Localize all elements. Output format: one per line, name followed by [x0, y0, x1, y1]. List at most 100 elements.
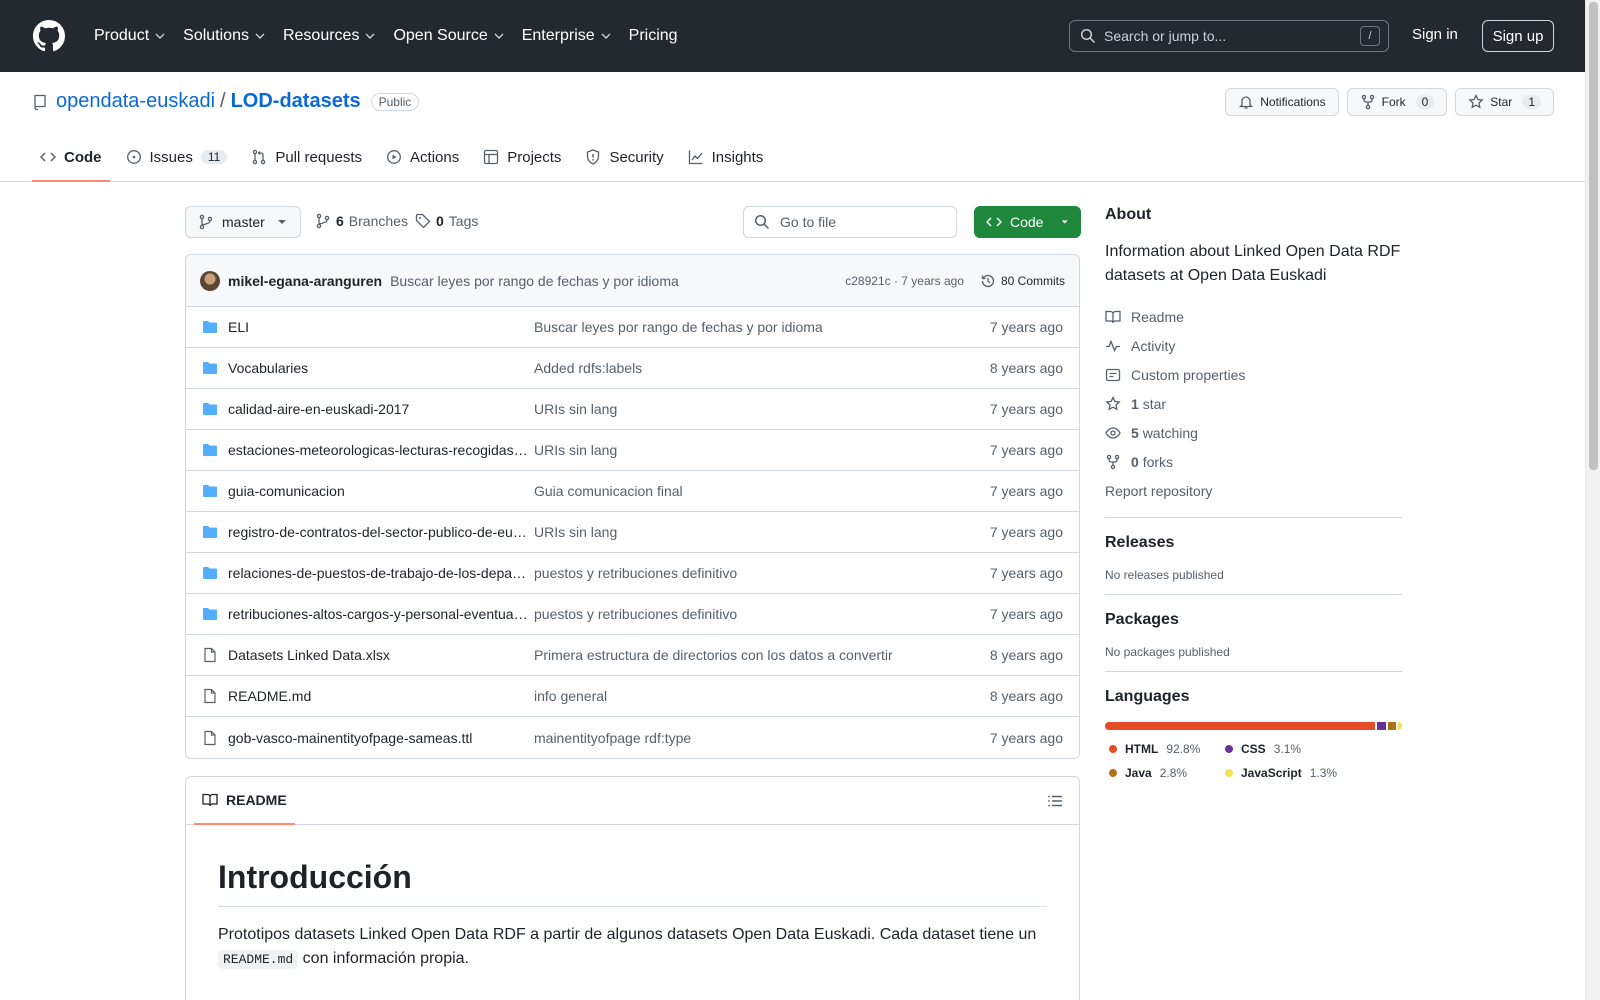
custom-properties-link[interactable]: Custom properties — [1105, 360, 1402, 389]
releases-heading[interactable]: Releases — [1105, 534, 1402, 552]
file-commit-message[interactable]: URIs sin lang — [532, 401, 953, 417]
file-name-link[interactable]: retribuciones-altos-cargos-y-personal-ev… — [228, 606, 528, 622]
language-dot — [1225, 769, 1233, 777]
file-commit-message[interactable]: puestos y retribuciones definitivo — [532, 565, 953, 581]
language-item[interactable]: Java 2.8% — [1109, 766, 1225, 780]
fork-button[interactable]: Fork 0 — [1346, 88, 1448, 116]
go-to-file-input[interactable]: Go to file — [743, 206, 957, 238]
star-button[interactable]: Star 1 — [1455, 88, 1554, 116]
language-item[interactable]: CSS 3.1% — [1225, 742, 1355, 756]
file-name-link[interactable]: calidad-aire-en-euskadi-2017 — [228, 401, 409, 417]
language-list: HTML 92.8% CSS 3.1% Java 2.8% JavaScript 1.3% — [1105, 742, 1402, 780]
forks-link[interactable]: 0 forks — [1105, 447, 1402, 476]
code-dropdown-button[interactable]: Code — [974, 206, 1081, 238]
file-name-link[interactable]: registro-de-contratos-del-sector-publico… — [228, 524, 527, 540]
table-row[interactable]: ELI Buscar leyes por rango de fechas y po… — [186, 307, 1079, 348]
stars-count: 1 — [1131, 395, 1139, 412]
sign-in-link[interactable]: Sign in — [1404, 26, 1466, 43]
activity-link[interactable]: Activity — [1105, 331, 1402, 360]
table-row[interactable]: retribuciones-altos-cargos-y-personal-ev… — [186, 594, 1079, 635]
page-scrollbar[interactable] — [1585, 0, 1600, 1000]
table-row[interactable]: estaciones-meteorologicas-lecturas-recog… — [186, 430, 1079, 471]
file-name-link[interactable]: Vocabularies — [228, 360, 308, 376]
stars-link[interactable]: 1 star — [1105, 389, 1402, 418]
tab-actions[interactable]: Actions — [378, 134, 467, 182]
repo-tabs: Code Issues 11 Pull requests Actions Pro… — [32, 134, 779, 182]
repo-sidebar: About Information about Linked Open Data… — [1105, 206, 1402, 780]
commit-author-link[interactable]: mikel-egana-aranguren — [228, 273, 382, 289]
tab-code[interactable]: Code — [32, 134, 110, 182]
nav-solutions[interactable]: Solutions — [175, 21, 273, 51]
readme-tab[interactable]: README — [194, 777, 295, 825]
table-row[interactable]: Vocabularies Added rdfs:labels 8 years ago — [186, 348, 1079, 389]
folder-icon — [203, 485, 217, 497]
avatar[interactable] — [200, 270, 220, 291]
watchers-link[interactable]: 5 watching — [1105, 418, 1402, 447]
nav-product[interactable]: Product — [86, 21, 173, 51]
readme-link[interactable]: Readme — [1105, 302, 1402, 331]
file-commit-message[interactable]: Buscar leyes por rango de fechas y por i… — [532, 319, 953, 335]
commit-hash-time[interactable]: c28921c · 7 years ago — [845, 274, 964, 288]
report-repository-link[interactable]: Report repository — [1105, 476, 1402, 505]
repo-owner-link[interactable]: opendata-euskadi — [56, 90, 215, 113]
tab-insights[interactable]: Insights — [680, 134, 772, 182]
file-name-link[interactable]: README.md — [228, 688, 311, 704]
file-name-link[interactable]: Datasets Linked Data.xlsx — [228, 647, 390, 663]
file-commit-time: 7 years ago — [989, 524, 1063, 540]
file-commit-message[interactable]: URIs sin lang — [532, 442, 953, 458]
file-commit-message[interactable]: puestos y retribuciones definitivo — [532, 606, 953, 622]
file-commit-time: 8 years ago — [989, 360, 1063, 376]
file-name-link[interactable]: estaciones-meteorologicas-lecturas-recog… — [228, 442, 528, 458]
file-commit-message[interactable]: info general — [532, 688, 953, 704]
tab-pull-requests[interactable]: Pull requests — [243, 134, 370, 182]
nav-pricing[interactable]: Pricing — [621, 21, 686, 51]
file-name-cell: Datasets Linked Data.xlsx — [202, 647, 532, 663]
branch-icon — [316, 213, 330, 229]
nav-open-source[interactable]: Open Source — [385, 21, 511, 51]
branch-select-button[interactable]: master — [185, 206, 301, 238]
branches-link[interactable]: 6 Branches — [315, 213, 408, 229]
scrollbar-thumb[interactable] — [1589, 2, 1598, 470]
repo-separator: / — [220, 90, 226, 112]
outline-button[interactable] — [1039, 785, 1071, 817]
branch-icon — [199, 214, 213, 230]
sign-up-button[interactable]: Sign up — [1482, 20, 1554, 52]
table-row[interactable]: Datasets Linked Data.xlsx Primera estruct… — [186, 635, 1079, 676]
file-name-link[interactable]: ELI — [228, 319, 249, 335]
folder-icon — [203, 321, 217, 333]
branches-count: 6 — [336, 213, 344, 229]
tab-security[interactable]: Security — [577, 134, 671, 182]
table-row[interactable]: gob-vasco-mainentityofpage-sameas.ttl mai… — [186, 717, 1079, 758]
commit-message-link[interactable]: Buscar leyes por rango de fechas y por i… — [390, 273, 845, 289]
fork-count: 0 — [1415, 95, 1435, 109]
repo-name-link[interactable]: LOD-datasets — [231, 90, 361, 113]
language-item[interactable]: HTML 92.8% — [1109, 742, 1225, 756]
commits-count: 80 Commits — [1000, 273, 1065, 288]
notifications-button[interactable]: Notifications — [1225, 88, 1339, 116]
file-commit-message[interactable]: Added rdfs:labels — [532, 360, 953, 376]
tab-issues[interactable]: Issues 11 — [118, 134, 236, 182]
table-row[interactable]: relaciones-de-puestos-de-trabajo-de-los-… — [186, 553, 1079, 594]
packages-heading[interactable]: Packages — [1105, 611, 1402, 629]
file-name-link[interactable]: relaciones-de-puestos-de-trabajo-de-los-… — [228, 565, 526, 581]
nav-enterprise[interactable]: Enterprise — [514, 21, 619, 51]
table-row[interactable]: README.md info general 8 years ago — [186, 676, 1079, 717]
pulse-icon — [1106, 339, 1120, 352]
table-row[interactable]: registro-de-contratos-del-sector-publico… — [186, 512, 1079, 553]
file-commit-message[interactable]: URIs sin lang — [532, 524, 953, 540]
tab-projects[interactable]: Projects — [475, 134, 569, 182]
global-search-input[interactable]: Search or jump to... / — [1069, 20, 1389, 52]
table-row[interactable]: calidad-aire-en-euskadi-2017 URIs sin lan… — [186, 389, 1079, 430]
file-name-link[interactable]: guia-comunicacion — [228, 483, 345, 499]
file-name-link[interactable]: gob-vasco-mainentityofpage-sameas.ttl — [228, 730, 472, 746]
github-logo-icon[interactable] — [32, 19, 66, 53]
table-row[interactable]: guia-comunicacion Guia comunicacion final… — [186, 471, 1079, 512]
nav-resources[interactable]: Resources — [275, 21, 383, 51]
file-commit-message[interactable]: Guia comunicacion final — [532, 483, 953, 499]
tags-link[interactable]: 0 Tags — [415, 213, 478, 229]
language-item[interactable]: JavaScript 1.3% — [1225, 766, 1355, 780]
file-commit-message[interactable]: mainentityofpage rdf:type — [532, 730, 953, 746]
commits-link[interactable]: 80 Commits — [980, 273, 1065, 289]
language-dot — [1225, 745, 1233, 753]
file-commit-message[interactable]: Primera estructura de directorios con lo… — [532, 647, 953, 663]
